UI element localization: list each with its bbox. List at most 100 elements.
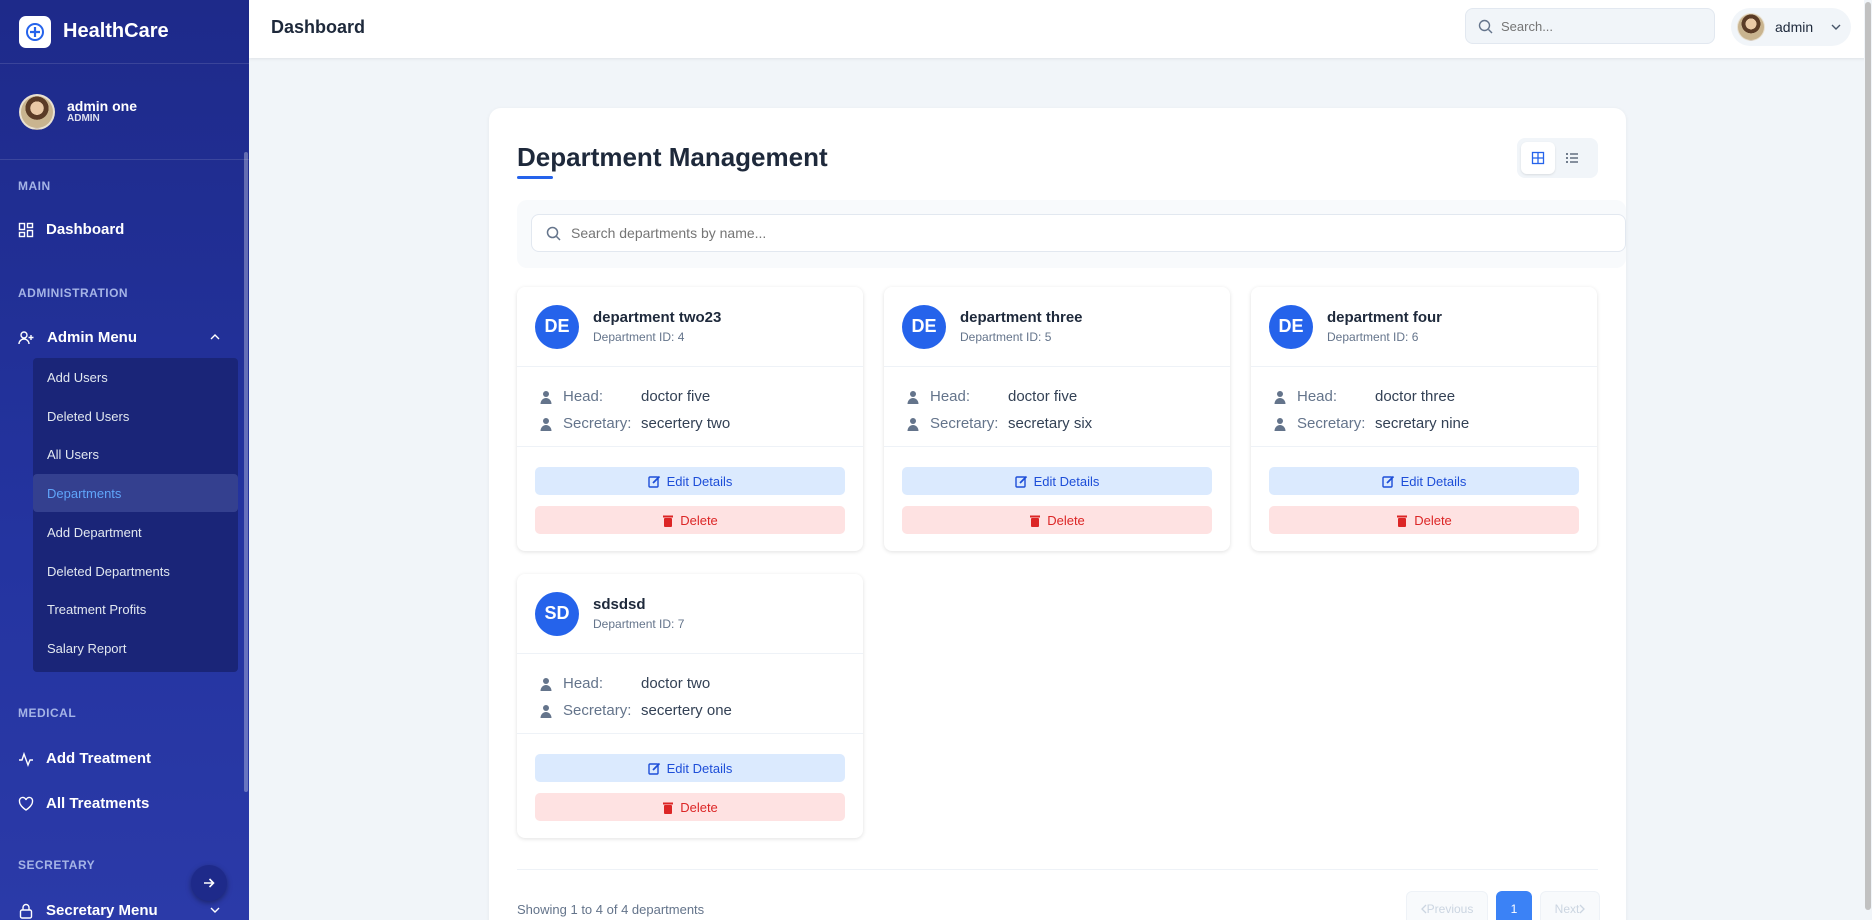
list-view-button[interactable]: [1555, 142, 1589, 174]
department-id: Department ID: 6: [1327, 330, 1419, 344]
department-search-area: [517, 200, 1626, 268]
view-toggle: [1517, 138, 1598, 178]
sidebar-item-secretary-menu-label: Secretary Menu: [46, 902, 158, 919]
sidebar-item-add-department[interactable]: Add Department: [33, 513, 238, 551]
secretary-value: secertery two: [641, 415, 731, 432]
next-page-label: Next: [1554, 902, 1580, 916]
edit-details-button[interactable]: Edit Details: [535, 754, 845, 782]
edit-details-label: Edit Details: [1033, 473, 1100, 489]
next-page-button[interactable]: Next: [1540, 891, 1600, 920]
previous-page-button[interactable]: Previous: [1406, 891, 1488, 920]
department-name: department three: [960, 309, 1083, 326]
sidebar-item-deleted-users[interactable]: Deleted Users: [33, 397, 238, 435]
page-header-title: Dashboard: [271, 17, 366, 37]
delete-label: Delete: [1414, 512, 1452, 528]
delete-button[interactable]: Delete: [535, 793, 845, 821]
edit-icon: [647, 475, 660, 488]
edit-details-button[interactable]: Edit Details: [902, 467, 1212, 495]
department-panel: Department Management DE department two2…: [489, 108, 1626, 920]
pagination: Previous 1 Next: [1406, 891, 1600, 920]
secretary-label: Secretary:: [563, 415, 632, 432]
doctor-icon: [540, 390, 552, 404]
edit-details-button[interactable]: Edit Details: [535, 467, 845, 495]
delete-label: Delete: [680, 799, 718, 815]
brand[interactable]: HealthCare: [0, 0, 249, 64]
secretary-label: Secretary:: [1297, 415, 1366, 432]
department-avatar: SD: [535, 591, 579, 636]
chevron-down-icon: [210, 907, 220, 913]
sidebar: HealthCare admin one ADMIN MAIN Dashboar…: [0, 0, 249, 920]
profile-name: admin one: [67, 98, 138, 114]
section-label-administration: ADMINISTRATION: [18, 286, 129, 300]
sidebar-scrollbar[interactable]: [244, 152, 248, 792]
sidebar-item-dashboard[interactable]: Dashboard: [18, 221, 124, 238]
sidebar-item-all-users[interactable]: All Users: [33, 435, 238, 473]
department-id: Department ID: 4: [593, 330, 685, 344]
user-icon: [540, 704, 552, 718]
delete-button[interactable]: Delete: [1269, 506, 1579, 534]
admin-submenu: Add Users Deleted Users All Users Depart…: [33, 358, 238, 672]
department-search-box[interactable]: [531, 214, 1626, 252]
edit-details-label: Edit Details: [666, 760, 733, 776]
sidebar-item-all-treatments[interactable]: All Treatments: [18, 795, 149, 812]
chevron-right-icon: [1579, 904, 1586, 914]
department-card: DE department two23 Department ID: 4 Hea…: [517, 287, 863, 551]
sidebar-item-treatment-profits[interactable]: Treatment Profits: [33, 590, 238, 628]
sidebar-item-add-users[interactable]: Add Users: [33, 358, 238, 396]
secretary-label: Secretary:: [930, 415, 999, 432]
sidebar-item-admin-menu[interactable]: Admin Menu: [18, 329, 224, 346]
lock-icon: [19, 903, 33, 919]
head-value: doctor five: [1008, 388, 1078, 405]
trash-icon: [1397, 515, 1408, 527]
department-search-input[interactable]: [571, 225, 1471, 241]
sidebar-item-salary-report[interactable]: Salary Report: [33, 629, 238, 667]
title-underline: [517, 176, 553, 179]
edit-icon: [1381, 475, 1394, 488]
grid-view-button[interactable]: [1521, 142, 1555, 174]
sidebar-item-add-treatment[interactable]: Add Treatment: [18, 750, 151, 767]
page-1-button[interactable]: 1: [1496, 891, 1532, 920]
page-scrollbar[interactable]: [1865, 2, 1871, 910]
chevron-up-icon: [210, 334, 220, 340]
page-title: Department Management: [517, 142, 828, 172]
secretary-value: secretary nine: [1375, 415, 1470, 432]
section-label-medical: MEDICAL: [18, 706, 77, 720]
department-name: department four: [1327, 309, 1443, 326]
delete-button[interactable]: Delete: [902, 506, 1212, 534]
grid-icon: [1531, 151, 1545, 165]
user-menu-name: admin: [1775, 19, 1814, 35]
doctor-icon: [1274, 390, 1286, 404]
head-value: doctor five: [641, 388, 711, 405]
arrow-right-icon: [204, 878, 215, 888]
profile-role: ADMIN: [67, 113, 100, 124]
section-label-main: MAIN: [18, 179, 51, 193]
sidebar-item-admin-menu-label: Admin Menu: [47, 329, 137, 346]
avatar: [19, 93, 55, 130]
head-label: Head:: [563, 388, 604, 405]
sidebar-item-deleted-departments[interactable]: Deleted Departments: [33, 552, 238, 590]
edit-details-label: Edit Details: [1400, 473, 1467, 489]
trash-icon: [1030, 515, 1041, 527]
delete-label: Delete: [680, 512, 718, 528]
collapse-sidebar-button[interactable]: [191, 865, 227, 901]
user-menu-button[interactable]: admin: [1731, 8, 1851, 46]
top-search-box[interactable]: [1465, 8, 1715, 44]
sidebar-item-all-treatments-label: All Treatments: [46, 795, 150, 812]
doctor-icon: [907, 390, 919, 404]
department-card: SD sdsdsd Department ID: 7 Head: doctor …: [517, 574, 863, 838]
sidebar-item-add-treatment-label: Add Treatment: [46, 750, 152, 767]
edit-details-label: Edit Details: [666, 473, 733, 489]
department-id: Department ID: 7: [593, 617, 685, 631]
search-icon: [1478, 19, 1493, 33]
edit-details-button[interactable]: Edit Details: [1269, 467, 1579, 495]
search-icon: [546, 226, 561, 241]
doctor-icon: [540, 677, 552, 691]
department-avatar: DE: [535, 304, 579, 349]
top-search-input[interactable]: [1501, 18, 1701, 34]
sidebar-item-secretary-menu[interactable]: Secretary Menu: [18, 902, 224, 919]
list-icon: [1566, 153, 1578, 163]
delete-button[interactable]: Delete: [535, 506, 845, 534]
topbar: Dashboard admin: [249, 0, 1872, 58]
sidebar-item-dashboard-label: Dashboard: [46, 221, 125, 238]
sidebar-item-departments[interactable]: Departments: [33, 474, 238, 512]
